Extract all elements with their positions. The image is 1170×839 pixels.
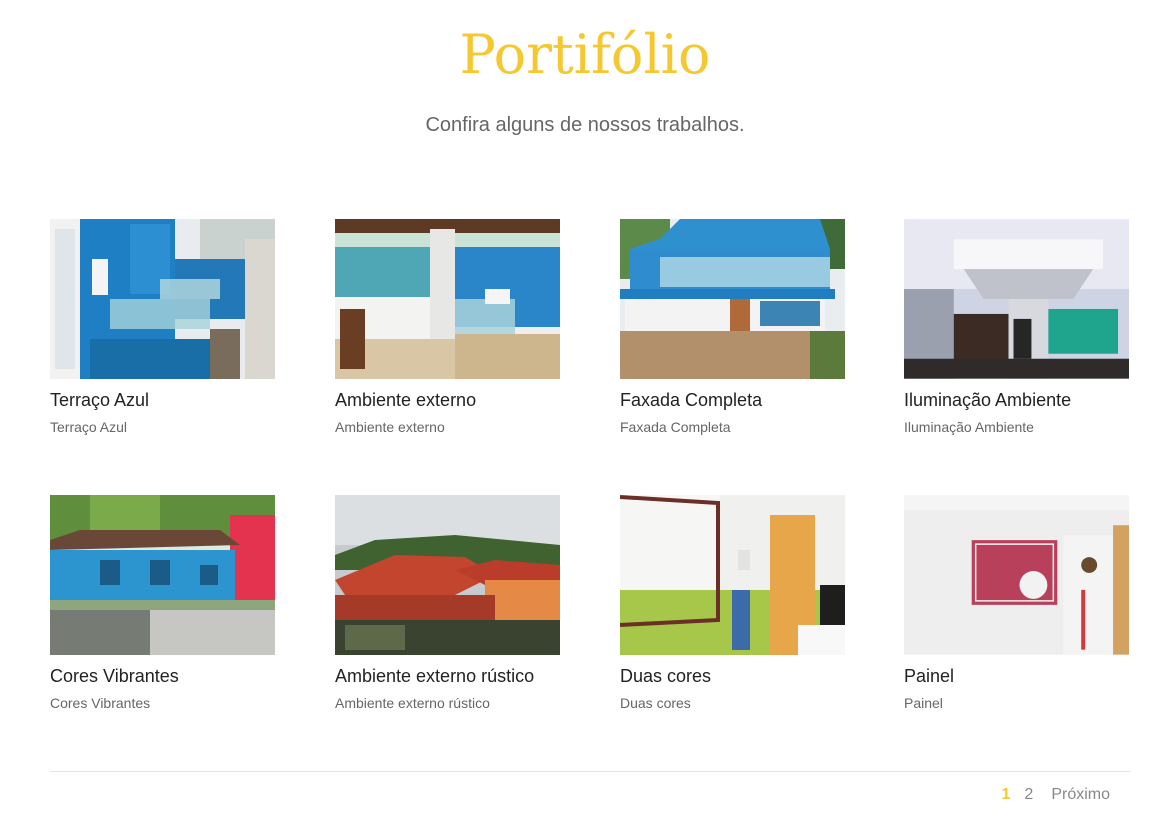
portfolio-thumbnail[interactable] bbox=[50, 495, 275, 655]
page-title: Portifólio bbox=[459, 23, 711, 86]
portfolio-title[interactable]: Duas cores bbox=[620, 665, 846, 687]
portfolio-thumbnail[interactable] bbox=[904, 219, 1129, 379]
portfolio-title[interactable]: Faxada Completa bbox=[620, 389, 846, 411]
portfolio-caption: Iluminação Ambiente bbox=[904, 419, 1034, 435]
blue-facade-photo bbox=[620, 219, 845, 379]
wall-panel-photo bbox=[904, 495, 1129, 655]
portfolio-caption: Terraço Azul bbox=[50, 419, 128, 435]
blue-red-houses-photo bbox=[50, 495, 275, 655]
pagination-divider bbox=[50, 771, 1130, 772]
portfolio-item: Faxada Completa Faxada Completa bbox=[620, 219, 846, 435]
portfolio-title[interactable]: Terraço Azul bbox=[50, 389, 276, 411]
next-page-link[interactable]: Próximo bbox=[1051, 785, 1110, 805]
portfolio-thumbnail[interactable] bbox=[50, 219, 275, 379]
portfolio-thumbnail[interactable] bbox=[620, 495, 845, 655]
page-link-2[interactable]: 2 bbox=[1024, 785, 1033, 805]
portfolio-caption: Ambiente externo rústico bbox=[335, 695, 490, 711]
portfolio-title[interactable]: Ambiente externo rústico bbox=[335, 665, 561, 687]
portfolio-item: Cores Vibrantes Cores Vibrantes bbox=[50, 495, 276, 711]
portfolio-title[interactable]: Painel bbox=[904, 665, 1130, 687]
portfolio-item: Terraço Azul Terraço Azul bbox=[50, 219, 276, 435]
portfolio-caption: Duas cores bbox=[620, 695, 691, 711]
rustic-tile-roof-photo bbox=[335, 495, 560, 655]
portfolio-caption: Cores Vibrantes bbox=[50, 695, 151, 711]
ceiling-lighting-kitchen-photo bbox=[904, 219, 1129, 379]
page-link-1[interactable]: 1 bbox=[1002, 785, 1011, 805]
portfolio-title[interactable]: Ambiente externo bbox=[335, 389, 561, 411]
portfolio-caption: Painel bbox=[904, 695, 943, 711]
portfolio-item: Painel Painel bbox=[904, 495, 1130, 711]
portfolio-item: Ambiente externo Ambiente externo bbox=[335, 219, 561, 435]
blue-house-terrace-photo bbox=[50, 219, 275, 379]
portfolio-thumbnail[interactable] bbox=[335, 219, 560, 379]
portfolio-title[interactable]: Iluminação Ambiente bbox=[904, 389, 1130, 411]
portfolio-item: Ambiente externo rústico Ambiente extern… bbox=[335, 495, 561, 711]
portfolio-title[interactable]: Cores Vibrantes bbox=[50, 665, 276, 687]
pagination: 1 2 Próximo bbox=[1002, 785, 1121, 805]
portfolio-thumbnail[interactable] bbox=[620, 219, 845, 379]
portfolio-item: Iluminação Ambiente Iluminação Ambiente bbox=[904, 219, 1130, 435]
portfolio-caption: Faxada Completa bbox=[620, 419, 731, 435]
page-subtitle: Confira alguns de nossos trabalhos. bbox=[425, 114, 745, 136]
portfolio-thumbnail[interactable] bbox=[335, 495, 560, 655]
portfolio-thumbnail[interactable] bbox=[904, 495, 1129, 655]
two-tone-wall-photo bbox=[620, 495, 845, 655]
portfolio-item: Duas cores Duas cores bbox=[620, 495, 846, 711]
outdoor-area-photo bbox=[335, 219, 560, 379]
portfolio-caption: Ambiente externo bbox=[335, 419, 445, 435]
